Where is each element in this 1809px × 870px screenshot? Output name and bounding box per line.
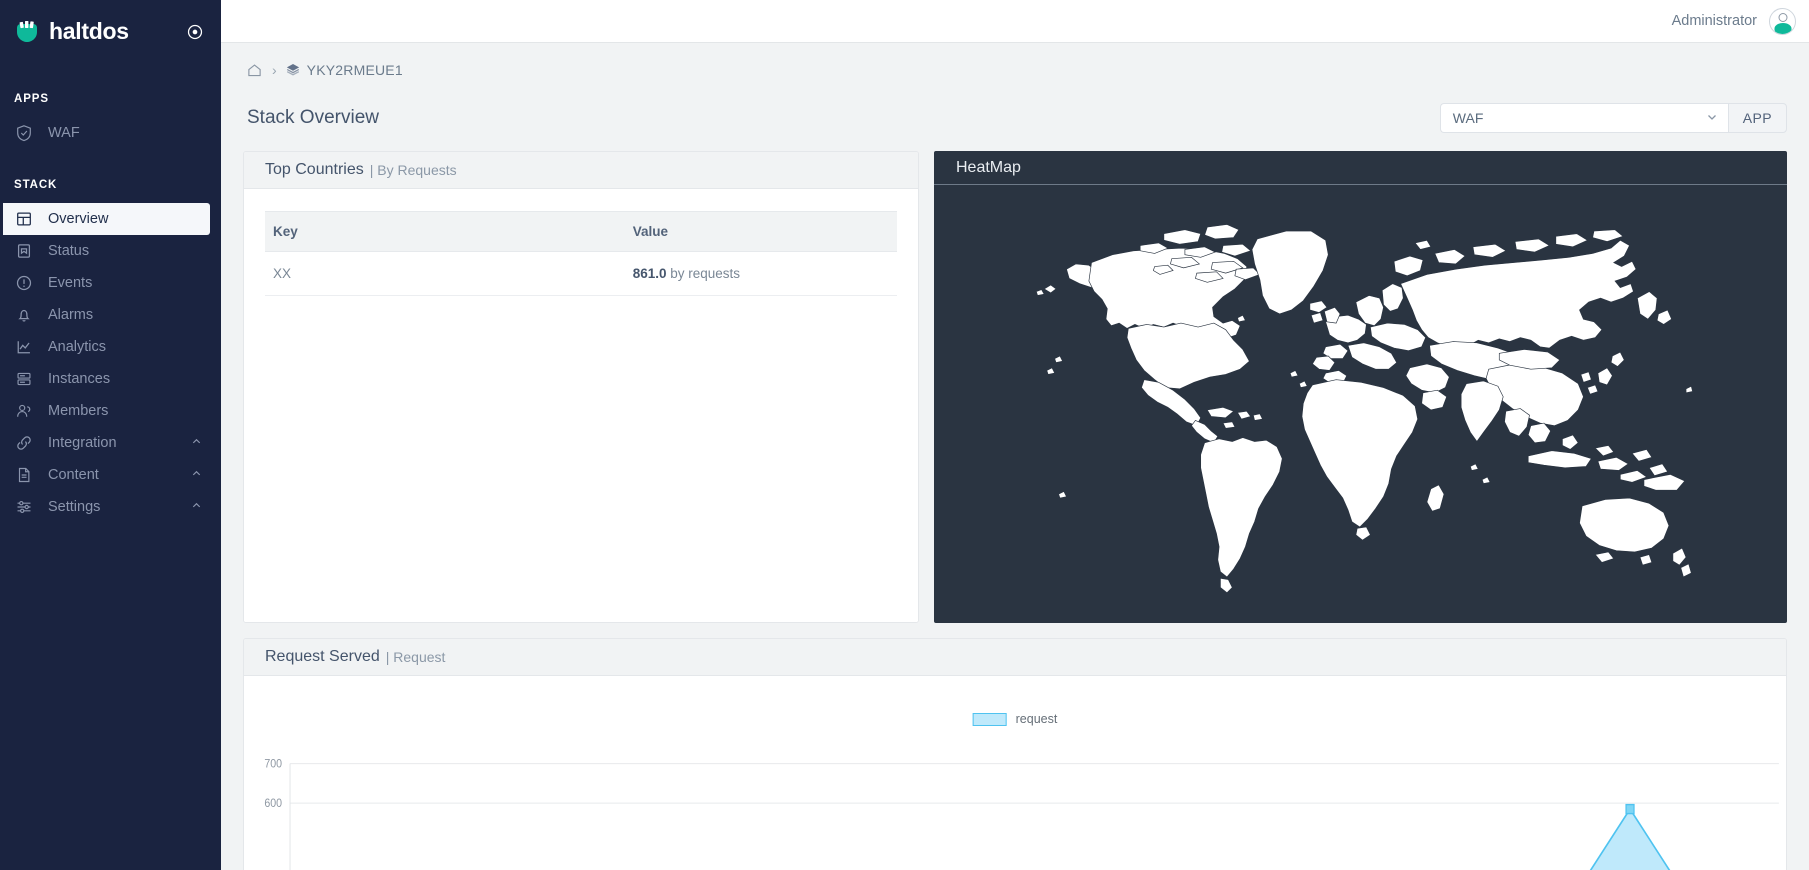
sidebar-section-stack: STACK [14, 179, 58, 191]
sidebar-item-label: WAF [48, 125, 80, 141]
home-icon[interactable] [247, 62, 263, 78]
page-content: › YKY2RMEUE1 Stack Overview WAF APP Top … [221, 43, 1809, 870]
file-text-icon [14, 466, 33, 485]
y-axis-tick: 700 [264, 758, 282, 771]
breadcrumb-separator: › [272, 62, 277, 78]
top-countries-body: Key Value XX 861.0 by requests [244, 189, 918, 622]
table-row[interactable]: XX 861.0 by requests [265, 251, 897, 296]
chevron-down-icon [1706, 111, 1718, 125]
avatar-head-icon [1778, 12, 1787, 22]
topbar: Administrator [221, 0, 1809, 43]
sidebar-item-settings[interactable]: Settings [0, 491, 210, 523]
sidebar-item-label: Alarms [48, 307, 94, 323]
line-chart-icon [14, 338, 33, 357]
series-line-request [1589, 807, 1671, 870]
avatar[interactable] [1769, 7, 1796, 35]
sidebar-item-label: Integration [48, 435, 117, 451]
brand-header: haltdos [0, 0, 221, 63]
table-head: Key Value [265, 211, 897, 252]
page-header: Stack Overview WAF APP [243, 97, 1787, 139]
haltdos-logo-icon [14, 19, 40, 45]
app-button[interactable]: APP [1727, 103, 1787, 133]
chevron-up-icon[interactable] [191, 468, 202, 482]
avatar-body-icon [1774, 22, 1791, 34]
app-selector-group: WAF APP [1439, 103, 1787, 133]
top-countries-title: Top Countries [265, 161, 364, 178]
sidebar-nav: APPS WAF STACK Overview Status Events Alarms An… [0, 93, 221, 523]
sidebar-item-label: Overview [48, 211, 109, 227]
heatmap-title: HeatMap [934, 151, 1787, 185]
shield-check-icon [14, 124, 33, 143]
request-served-header: Request Served | Request [244, 639, 1786, 676]
chevron-up-icon[interactable] [191, 436, 202, 450]
chevron-up-icon[interactable] [191, 500, 202, 514]
table-body: XX 861.0 by requests [265, 251, 897, 296]
sidebar-item-integration[interactable]: Integration [0, 427, 210, 459]
top-countries-card: Top Countries | By Requests Key Value XX… [243, 151, 919, 623]
sidebar-item-alarms[interactable]: Alarms [0, 299, 210, 331]
column-header-value: Value [309, 211, 897, 252]
sidebar-item-label: Analytics [48, 339, 107, 355]
bell-icon [14, 306, 33, 325]
sidebar-item-overview[interactable]: Overview [0, 203, 210, 235]
series-area-request [1590, 809, 1670, 870]
app-select-dropdown[interactable]: WAF [1439, 103, 1728, 133]
sidebar-item-label: Settings [48, 499, 101, 515]
app-select-value: WAF [1452, 110, 1484, 126]
cell-key: XX [265, 251, 310, 296]
server-icon [14, 370, 33, 389]
chart-svg: 700 600 [264, 758, 1779, 870]
brand-name: haltdos [49, 18, 129, 44]
sidebar-item-waf[interactable]: WAF [0, 117, 210, 149]
table-header-row: Key Value [265, 211, 897, 252]
gear-icon[interactable] [185, 22, 205, 42]
request-served-subtitle: | Request [385, 649, 446, 665]
sidebar-item-content[interactable]: Content [0, 459, 210, 491]
cell-value: 861.0 by requests [309, 251, 897, 296]
top-countries-table: Key Value XX 861.0 by requests [265, 211, 897, 296]
app-root: haltdos APPS WAF STACK Overview Status Events… [0, 0, 1809, 870]
sliders-icon [14, 498, 33, 517]
column-header-key: Key [265, 211, 310, 252]
request-served-title: Request Served [265, 648, 380, 665]
cell-value-suffix: by requests [666, 266, 741, 281]
layout-icon [14, 210, 33, 229]
y-axis-tick: 600 [264, 798, 282, 811]
main-area: Administrator › YKY2RMEUE1 Stack Overvie… [221, 0, 1809, 870]
top-countries-subtitle: | By Requests [369, 162, 457, 178]
world-map-icon [1035, 224, 1694, 594]
sidebar-item-analytics[interactable]: Analytics [0, 331, 210, 363]
heatmap-card: HeatMap [934, 151, 1787, 623]
heatmap-canvas[interactable] [934, 185, 1787, 623]
sidebar-item-instances[interactable]: Instances [0, 363, 210, 395]
users-icon [14, 402, 33, 421]
sidebar-item-members[interactable]: Members [0, 395, 210, 427]
request-served-chart[interactable]: request 700 600 [244, 676, 1786, 870]
cell-value-number: 861.0 [632, 266, 667, 281]
breadcrumb-stack-id[interactable]: YKY2RMEUE1 [307, 62, 403, 78]
sidebar-item-label: Instances [48, 371, 111, 387]
sidebar-section-apps: APPS [14, 93, 49, 105]
user-name: Administrator [1671, 13, 1757, 29]
data-point-marker[interactable] [1625, 803, 1635, 815]
breadcrumb: › YKY2RMEUE1 [243, 43, 1787, 97]
sidebar-item-label: Status [48, 243, 90, 259]
sidebar-item-label: Members [48, 403, 109, 419]
alert-circle-icon [14, 274, 33, 293]
page-title: Stack Overview [247, 107, 379, 128]
sidebar-item-status[interactable]: Status [0, 235, 210, 267]
sidebar-item-events[interactable]: Events [0, 267, 210, 299]
sidebar-item-label: Content [48, 467, 99, 483]
link-icon [14, 434, 33, 453]
request-served-card: Request Served | Request request 700 600 [243, 638, 1787, 870]
cards-row: Top Countries | By Requests Key Value XX… [243, 151, 1787, 623]
sidebar: haltdos APPS WAF STACK Overview Status Events… [0, 0, 221, 870]
sidebar-item-label: Events [48, 275, 93, 291]
top-countries-header: Top Countries | By Requests [244, 152, 918, 189]
bookmark-icon [14, 242, 33, 261]
layers-icon [286, 63, 301, 78]
